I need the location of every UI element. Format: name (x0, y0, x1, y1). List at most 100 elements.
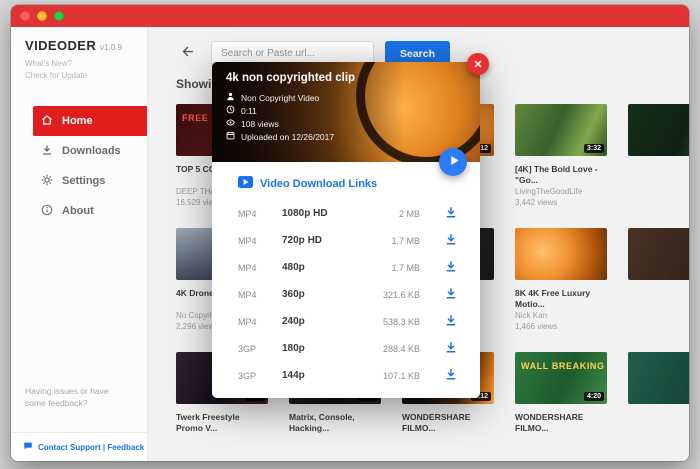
contact-support-link[interactable]: Contact Support | Feedback (11, 432, 147, 461)
quality-label: 720p HD (282, 235, 323, 246)
contact-support-label: Contact Support | Feedback (38, 442, 145, 452)
video-thumbnail[interactable] (628, 104, 689, 156)
close-icon[interactable]: ✕ (467, 53, 489, 75)
sidebar-item-home[interactable]: Home (33, 106, 147, 136)
modal-video-title: 4k non copyrighted clip (226, 72, 356, 84)
download-link-row: MP4 360p 321.6 KB (228, 281, 464, 308)
quality-label: 180p (282, 343, 305, 354)
download-links-list: MP4 1080p HD 2 MB MP4 720p HD 1.7 MB MP4… (228, 200, 464, 389)
modal-uploaded-date: Uploaded on 12/26/2017 (241, 132, 335, 142)
thumbnail-text: WALL BREAKING (521, 361, 605, 371)
download-link-row: 3GP 144p 107.1 KB (228, 362, 464, 389)
format-label: MP4 (238, 262, 257, 273)
sidebar-item-downloads[interactable]: Downloads (11, 136, 147, 166)
size-label: 538.3 KB (382, 316, 420, 327)
sidebar-nav: Home Downloads Settings About (11, 106, 147, 226)
video-duration-badge: 3:32 (583, 144, 604, 153)
download-link-button[interactable] (438, 340, 464, 358)
size-label: 2 MB (398, 208, 420, 219)
download-link-row: MP4 1080p HD 2 MB (228, 200, 464, 227)
download-icon (445, 205, 457, 223)
window-titlebar[interactable] (11, 5, 689, 27)
quality-label: 1080p HD (282, 208, 328, 219)
download-link-button[interactable] (438, 367, 464, 385)
back-button[interactable] (176, 42, 200, 66)
modal-duration: 0:11 (241, 106, 257, 116)
arrow-left-icon (181, 44, 196, 64)
video-details-modal: ✕ 4k non copyrighted clip Non Copyright … (212, 53, 489, 398)
app-version: v1.0.9 (100, 43, 122, 52)
video-thumbnail[interactable] (628, 352, 689, 404)
video-channel: Nick Kan (515, 311, 548, 320)
app-window: VIDEODER v1.0.9 What's New? Check for Up… (11, 5, 689, 461)
download-icon (445, 232, 457, 250)
download-icon (445, 286, 457, 304)
gear-icon (41, 174, 53, 189)
video-card[interactable] (628, 104, 689, 207)
format-label: 3GP (238, 370, 257, 381)
video-views: 3,442 views (515, 198, 558, 207)
app-logo: VIDEODER (25, 38, 97, 53)
video-title: Twerk Freestyle Promo V... (176, 412, 240, 433)
info-icon (41, 204, 53, 219)
video-title: [4K] The Bold Love - "Go... (515, 164, 598, 185)
video-thumbnail[interactable]: WALL BREAKING 4:20 (515, 352, 607, 404)
sidebar-item-label: About (62, 205, 94, 217)
eye-icon (226, 118, 235, 131)
video-title: WONDERSHARE FILMO... (402, 412, 471, 433)
sidebar-item-about[interactable]: About (11, 196, 147, 226)
format-label: MP4 (238, 235, 257, 246)
video-duration-badge: 4:20 (583, 392, 604, 401)
feedback-prompt: Having issues or have some feedback? (25, 386, 109, 408)
play-button[interactable] (439, 148, 467, 176)
video-title: Matrix, Console, Hacking... (289, 412, 355, 433)
video-views: 1,466 views (515, 322, 558, 331)
size-label: 1.7 MB (391, 235, 420, 246)
window-zoom-button[interactable] (54, 11, 64, 21)
check-update-link[interactable]: Check for Update (25, 70, 147, 82)
download-link-button[interactable] (438, 259, 464, 277)
video-thumbnail[interactable] (628, 228, 689, 280)
download-icon (445, 367, 457, 385)
play-icon (447, 153, 460, 171)
quality-label: 240p (282, 316, 305, 327)
format-label: MP4 (238, 289, 257, 300)
size-label: 1.7 MB (391, 262, 420, 273)
download-link-row: 3GP 180p 288.4 KB (228, 335, 464, 362)
video-card[interactable]: 3:32 [4K] The Bold Love - "Go... LivingT… (515, 104, 607, 207)
download-icon (41, 144, 53, 159)
video-title: 8K 4K Free Luxury Motio... (515, 288, 591, 309)
download-link-row: MP4 240p 538.3 KB (228, 308, 464, 335)
whats-new-link[interactable]: What's New? (25, 58, 147, 70)
modal-channel: Non Copyright Video (241, 93, 320, 103)
video-channel: LivingTheGoodLife (515, 187, 583, 196)
window-close-button[interactable] (20, 11, 30, 21)
download-link-button[interactable] (438, 205, 464, 223)
video-link-icon (238, 176, 253, 191)
video-title: WONDERSHARE FILMO... (515, 412, 584, 433)
calendar-icon (226, 131, 235, 144)
video-card[interactable]: WALL BREAKING 4:20 WONDERSHARE FILMO... (515, 352, 607, 437)
format-label: 3GP (238, 343, 257, 354)
sidebar-item-label: Settings (62, 175, 106, 187)
sidebar-item-label: Downloads (62, 145, 121, 157)
download-link-button[interactable] (438, 313, 464, 331)
video-title (628, 288, 689, 310)
video-card[interactable] (628, 228, 689, 331)
person-icon (226, 92, 235, 105)
video-thumbnail[interactable]: 3:32 (515, 104, 607, 156)
video-card[interactable]: 8K 4K Free Luxury Motio... Nick Kan 1,46… (515, 228, 607, 331)
sidebar: VIDEODER v1.0.9 What's New? Check for Up… (11, 27, 148, 461)
download-link-button[interactable] (438, 286, 464, 304)
window-minimize-button[interactable] (37, 11, 47, 21)
quality-label: 480p (282, 262, 305, 273)
home-icon (41, 114, 53, 129)
video-download-links-header[interactable]: Video Download Links (238, 176, 464, 191)
video-thumbnail[interactable] (515, 228, 607, 280)
size-label: 288.4 KB (382, 343, 420, 354)
size-label: 107.1 KB (382, 370, 420, 381)
download-link-button[interactable] (438, 232, 464, 250)
video-card[interactable] (628, 352, 689, 437)
sidebar-item-settings[interactable]: Settings (11, 166, 147, 196)
format-label: MP4 (238, 208, 257, 219)
